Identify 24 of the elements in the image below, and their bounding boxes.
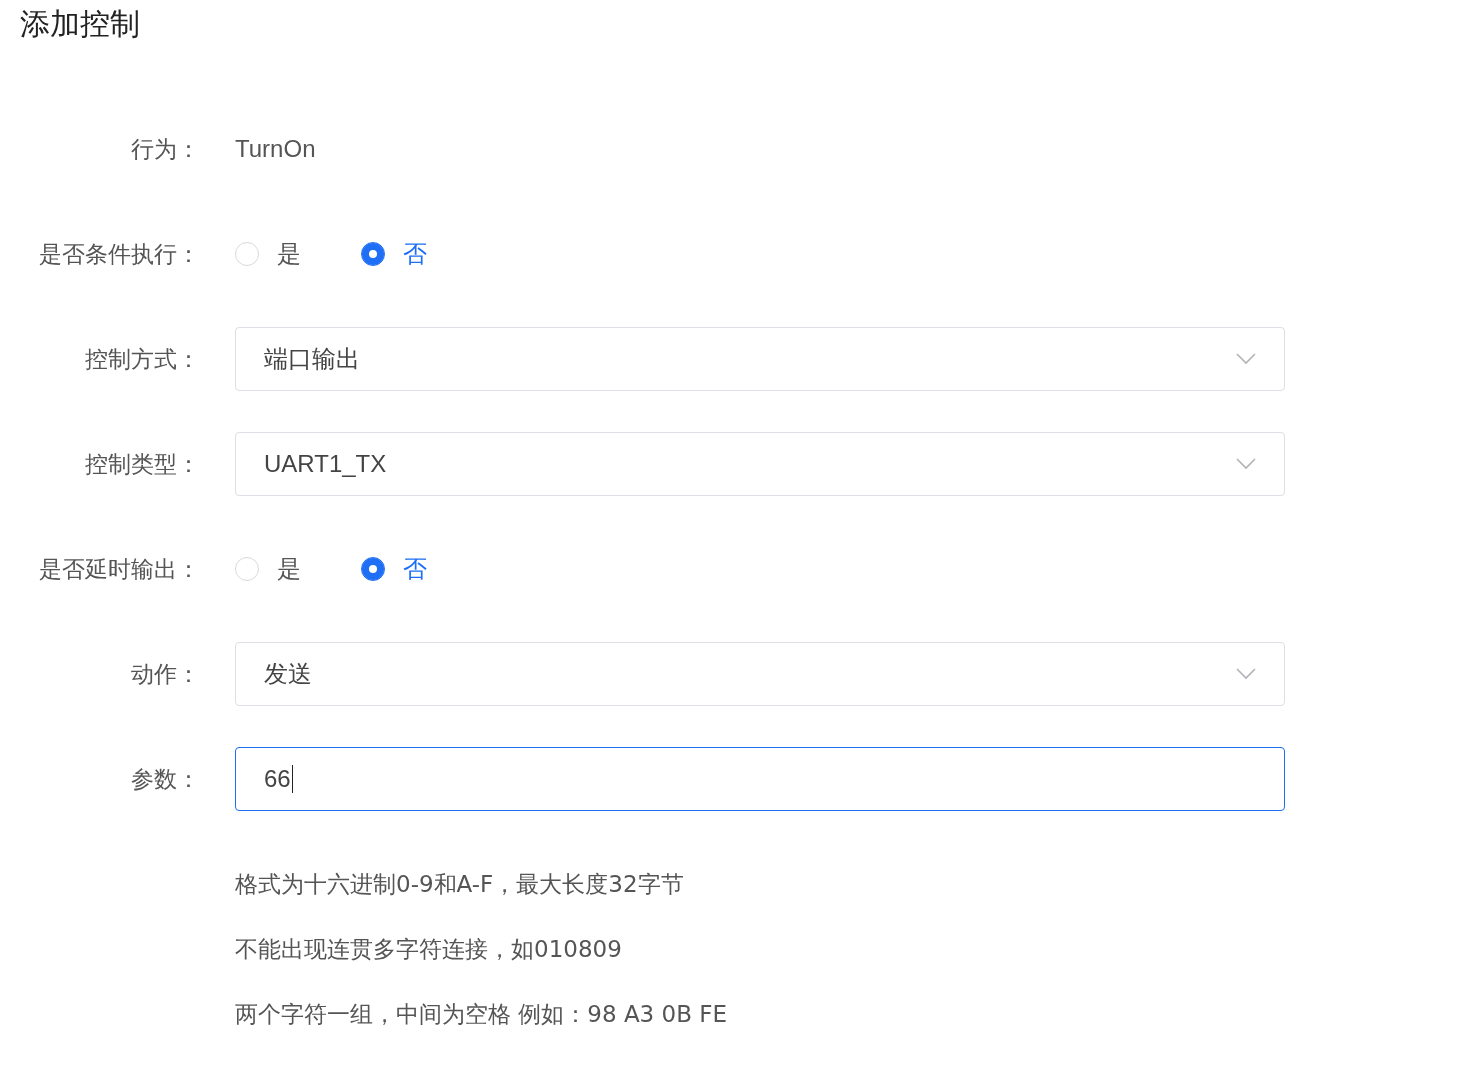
- field-label: 是否延时输出：: [38, 554, 201, 584]
- radio-option[interactable]: 是: [235, 553, 301, 585]
- dropdown-field[interactable]: UART1_TX: [235, 432, 1285, 496]
- hint-text: 不能出现连贯多字符连接，如010809: [235, 935, 623, 964]
- field-label: 控制类型：: [84, 449, 201, 479]
- radio-option[interactable]: 否: [361, 238, 427, 270]
- radio-option[interactable]: 是: [235, 238, 301, 270]
- field-label: 参数：: [130, 764, 201, 794]
- field-label: 行为：: [130, 134, 201, 164]
- chevron-down-icon: [1236, 458, 1256, 470]
- radio-option[interactable]: 否: [361, 553, 427, 585]
- page-title: 添加控制: [20, 5, 141, 43]
- hint-text: 格式为十六进制0-9和A-F，最大长度32字节: [235, 870, 685, 899]
- field-value: TurnOn: [235, 135, 316, 163]
- chevron-down-icon: [1236, 668, 1256, 680]
- dropdown-field[interactable]: 发送: [235, 642, 1285, 706]
- text-cursor: [291, 765, 294, 793]
- input-field[interactable]: 66: [235, 747, 1285, 811]
- hint-text: 两个字符一组，中间为空格 例如：98 A3 0B FE: [235, 1000, 729, 1029]
- field-label: 控制方式：: [84, 344, 201, 374]
- field-label: 动作：: [130, 659, 201, 689]
- field-label: 是否条件执行：: [38, 239, 201, 269]
- dropdown-field[interactable]: 端口输出: [235, 327, 1285, 391]
- chevron-down-icon: [1236, 353, 1256, 365]
